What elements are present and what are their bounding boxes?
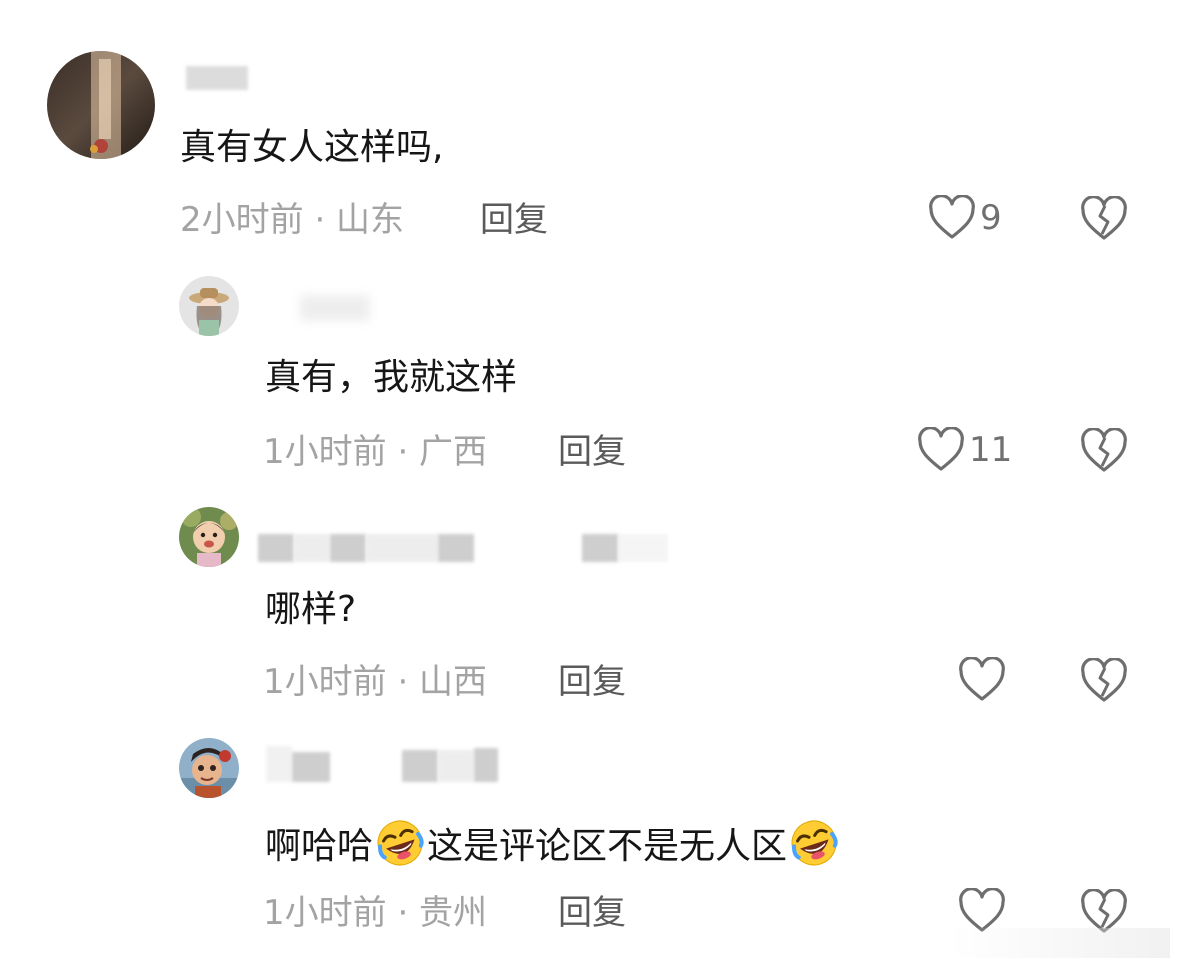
username-blurred[interactable] xyxy=(300,295,370,321)
comment-meta: 1小时前 · 贵州 xyxy=(263,893,488,933)
username-blurred[interactable] xyxy=(186,66,248,90)
reply-button[interactable]: 回复 xyxy=(558,432,626,472)
heart-outline-icon xyxy=(917,427,965,473)
watermark xyxy=(948,928,1170,958)
like-count: 11 xyxy=(969,430,1013,470)
comment-text: 真有女人这样吗, xyxy=(180,127,444,168)
username-blurred[interactable] xyxy=(294,534,330,562)
avatar[interactable] xyxy=(47,51,155,159)
comment-text: 啊哈哈 这是评论区不是无人区 xyxy=(265,818,841,869)
username-blurred[interactable] xyxy=(438,534,474,562)
comment-text-part: 这是评论区不是无人区 xyxy=(427,826,788,867)
dislike-button[interactable] xyxy=(1080,428,1128,474)
username-blurred[interactable] xyxy=(474,748,498,782)
comment-text: 哪样? xyxy=(265,589,357,630)
avatar[interactable] xyxy=(179,276,239,336)
avatar[interactable] xyxy=(179,507,239,567)
comment-text-part: 啊哈哈 xyxy=(265,826,374,867)
dislike-button[interactable] xyxy=(1080,196,1128,242)
username-blurred[interactable] xyxy=(258,534,294,562)
avatar[interactable] xyxy=(179,738,239,798)
like-button[interactable] xyxy=(958,657,1006,703)
username-blurred[interactable] xyxy=(330,534,366,562)
like-button[interactable]: 9 xyxy=(928,195,1002,241)
comment-meta: 1小时前 · 山西 xyxy=(263,662,488,702)
heart-outline-icon xyxy=(928,195,976,241)
username-blurred[interactable] xyxy=(438,750,474,782)
broken-heart-icon xyxy=(1080,428,1128,474)
reply-button[interactable]: 回复 xyxy=(480,200,548,240)
broken-heart-icon xyxy=(1080,658,1128,704)
broken-heart-icon xyxy=(1080,196,1128,242)
reply-button[interactable]: 回复 xyxy=(558,662,626,702)
username-blurred[interactable] xyxy=(366,534,438,562)
comment-text: 真有，我就这样 xyxy=(265,357,518,398)
username-blurred[interactable] xyxy=(582,534,618,562)
username-blurred[interactable] xyxy=(266,746,292,782)
username-blurred[interactable] xyxy=(618,534,668,562)
username-blurred[interactable] xyxy=(402,750,438,782)
heart-outline-icon xyxy=(958,657,1006,703)
like-button[interactable]: 11 xyxy=(917,427,1012,473)
reply-button[interactable]: 回复 xyxy=(558,893,626,933)
rofl-emoji-icon xyxy=(375,818,425,868)
rofl-emoji-icon xyxy=(789,818,839,868)
comment-meta: 2小时前 · 山东 xyxy=(180,200,405,240)
comment-meta: 1小时前 · 广西 xyxy=(263,432,488,472)
like-count: 9 xyxy=(980,198,1002,238)
dislike-button[interactable] xyxy=(1080,658,1128,704)
username-blurred[interactable] xyxy=(292,752,330,782)
